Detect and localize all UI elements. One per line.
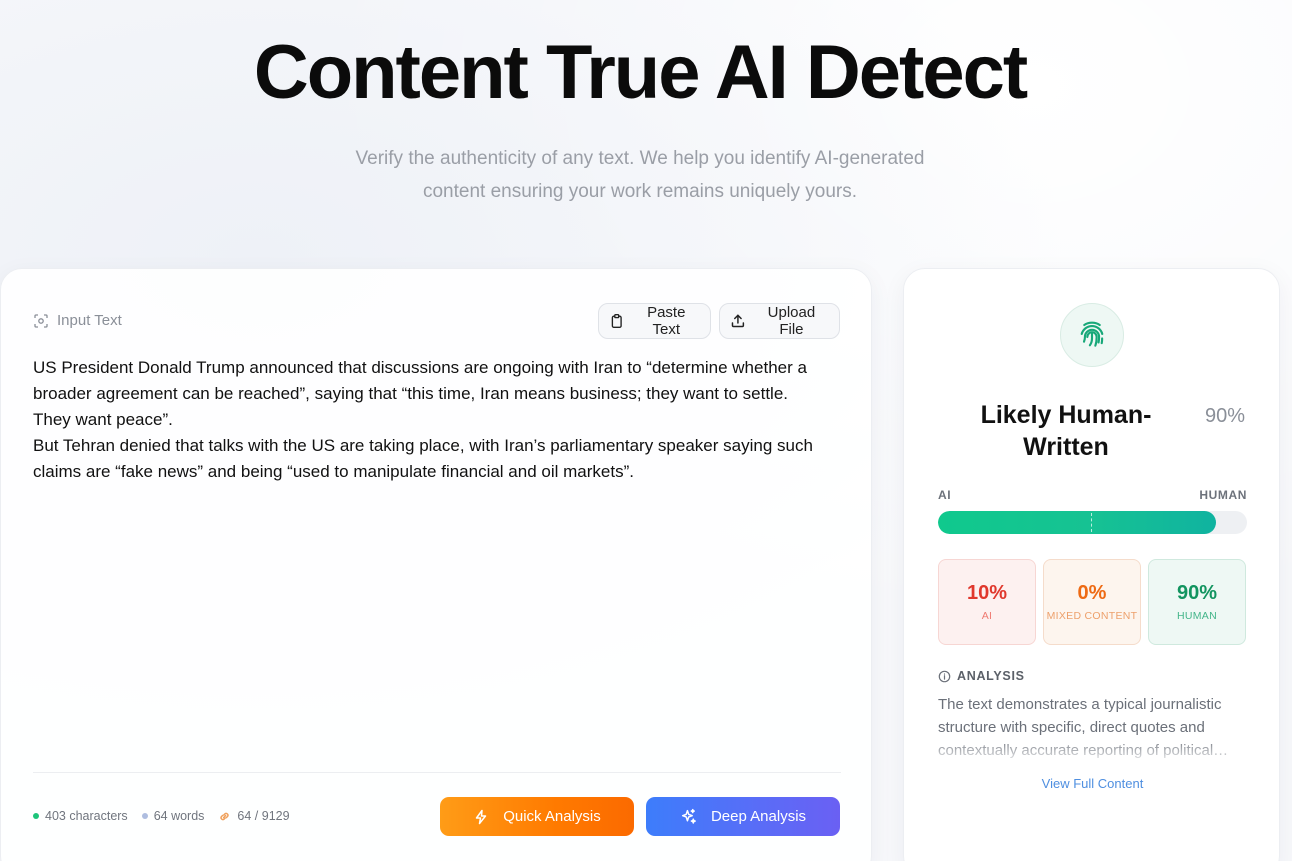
bar-label-ai: AI — [938, 488, 952, 502]
bar-label-human: HUMAN — [1199, 488, 1247, 502]
fingerprint-badge — [1060, 303, 1124, 367]
mixed-score-label: MIXED CONTENT — [1046, 609, 1138, 622]
bar-midline — [1091, 513, 1092, 532]
human-score-bar — [938, 511, 1247, 534]
ai-score-box: 10% AI — [938, 559, 1036, 645]
token-count: 64 / 9129 — [218, 809, 290, 823]
scan-icon — [34, 313, 48, 328]
mixed-score-value: 0% — [1077, 581, 1107, 604]
token-count-text: 64 / 9129 — [237, 809, 290, 823]
quick-analysis-label: Quick Analysis — [503, 808, 601, 825]
human-score-label: HUMAN — [1177, 609, 1217, 622]
upload-file-label: Upload File — [767, 304, 816, 338]
word-count-text: 64 words — [153, 809, 205, 823]
character-dot-icon — [33, 813, 39, 819]
input-label-text: Input Text — [57, 312, 122, 329]
deep-analysis-button[interactable]: Deep Analysis — [646, 797, 840, 836]
page-title: Content True AI Detect — [253, 30, 1028, 115]
human-score-value: 90% — [1176, 581, 1218, 604]
human-score-bar-fill — [938, 511, 1217, 534]
input-card: Input Text Paste Text Upload File US Pre… — [0, 268, 872, 861]
verdict-percentage: 90% — [1204, 405, 1245, 427]
bar-labels: AI HUMAN — [938, 488, 1247, 502]
info-icon — [938, 670, 951, 682]
result-card: Likely Human-Written 90% AI HUMAN 10% AI… — [903, 268, 1280, 861]
analysis-heading-text: ANALYSIS — [957, 669, 1025, 683]
quick-analysis-button[interactable]: Quick Analysis — [440, 797, 634, 836]
fingerprint-icon — [1080, 321, 1104, 347]
subtitle-line-2: content ensuring your work remains uniqu… — [422, 181, 858, 202]
word-count: 64 words — [141, 809, 205, 823]
character-count: 403 characters — [33, 809, 128, 823]
analysis-heading: ANALYSIS — [938, 669, 1025, 683]
word-dot-icon — [141, 813, 148, 819]
ai-score-value: 10% — [966, 581, 1008, 604]
character-count-text: 403 characters — [45, 809, 128, 823]
verdict-title: Likely Human-Written — [980, 401, 1152, 461]
sparkles-icon — [681, 808, 696, 824]
ai-score-label: AI — [981, 609, 993, 622]
upload-file-button[interactable]: Upload File — [719, 303, 840, 339]
text-input-area[interactable]: US President Donald Trump announced that… — [33, 355, 841, 485]
upload-icon — [731, 314, 745, 328]
paste-text-button[interactable]: Paste Text — [598, 303, 711, 339]
paste-text-label: Paste Text — [647, 304, 686, 338]
lightning-icon — [475, 809, 487, 824]
text-stats: 403 characters 64 words 64 / 9129 — [33, 809, 290, 823]
view-full-content-link[interactable]: View Full Content — [904, 776, 1281, 791]
page-subtitle: Verify the authenticity of any text. We … — [330, 142, 950, 208]
human-score-box: 90% HUMAN — [1148, 559, 1246, 645]
subtitle-line-1: Verify the authenticity of any text. We … — [355, 148, 925, 169]
analysis-fade — [938, 737, 1248, 763]
divider — [33, 772, 841, 773]
clipboard-icon — [611, 314, 622, 328]
deep-analysis-label: Deep Analysis — [710, 808, 807, 825]
link-icon — [220, 812, 230, 820]
input-text-label: Input Text — [33, 312, 122, 329]
mixed-score-box: 0% MIXED CONTENT — [1043, 559, 1141, 645]
